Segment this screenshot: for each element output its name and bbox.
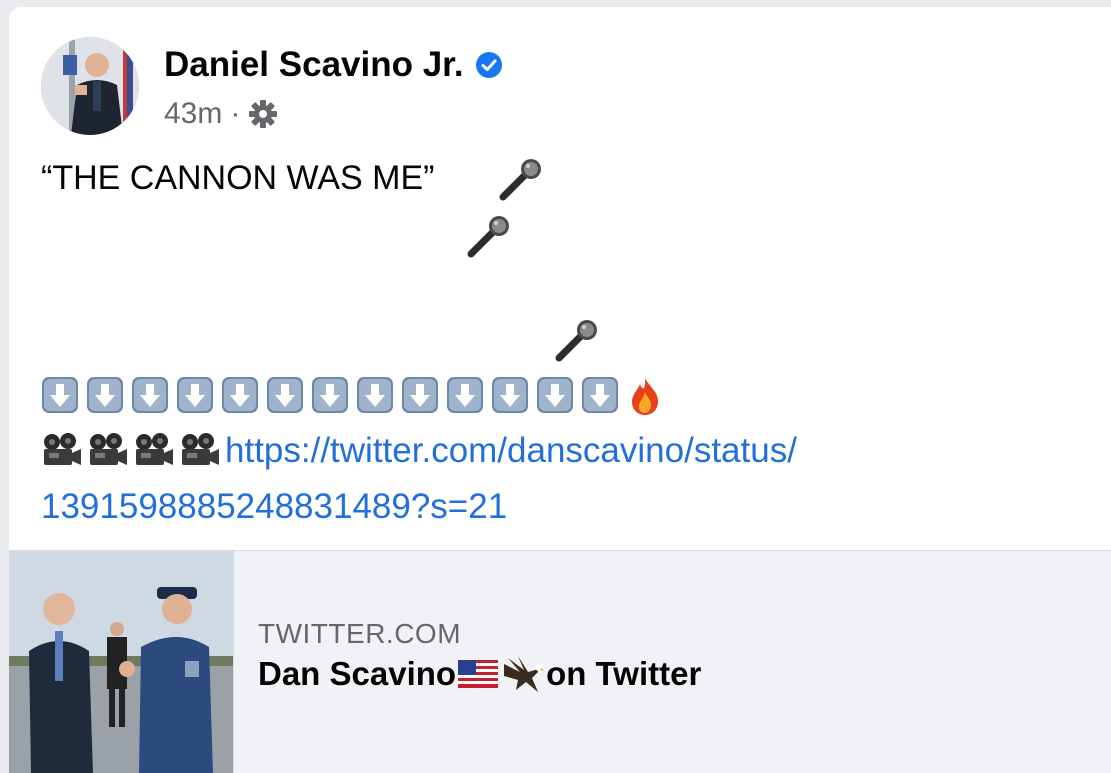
- verified-badge-icon: [475, 52, 502, 78]
- down-arrow-key-emoji: [447, 377, 483, 413]
- author-row: Daniel Scavino Jr.: [164, 45, 502, 85]
- post-text-quote: “THE CANNON WAS ME”: [41, 159, 435, 197]
- down-arrow-key-emoji: [537, 377, 573, 413]
- down-arrow-key-emoji: [582, 377, 618, 413]
- post-meta: 43m ·: [164, 97, 278, 131]
- status-link-part-1[interactable]: https://twitter.com/danscavino/status/: [225, 431, 797, 471]
- down-arrow-key-emoji: [177, 377, 213, 413]
- timestamp[interactable]: 43m: [164, 97, 222, 131]
- down-arrow-key-emoji: [357, 377, 393, 413]
- meta-separator: ·: [230, 97, 241, 130]
- link-preview-title-name: Dan Scavino: [258, 655, 457, 692]
- movie-camera-emoji: [136, 433, 173, 465]
- status-link-part-2[interactable]: 1391598885248831489?s=21: [41, 487, 507, 527]
- movie-camera-emoji: [182, 433, 219, 465]
- link-preview-card[interactable]: TWITTER.COM Dan Scavino on Twitter: [9, 550, 1111, 773]
- link-preview-title-suffix: on Twitter: [546, 655, 702, 692]
- down-arrow-key-emoji: [42, 377, 78, 413]
- down-arrow-key-emoji: [132, 377, 168, 413]
- post-card: Daniel Scavino Jr. 43m · “THE CANNON WAS…: [9, 7, 1111, 773]
- fire-emoji: [632, 378, 659, 415]
- movie-camera-emoji: [44, 433, 81, 465]
- link-preview-thumbnail[interactable]: [9, 551, 234, 773]
- eagle-emoji: [504, 656, 545, 692]
- microphone-emoji: [555, 320, 597, 362]
- microphone-emoji: [499, 159, 541, 201]
- down-arrow-key-emoji: [267, 377, 303, 413]
- preview-photo: [9, 551, 233, 773]
- us-flag-emoji: [458, 660, 499, 688]
- gear-icon[interactable]: [248, 99, 278, 129]
- down-arrow-key-emoji: [87, 377, 123, 413]
- avatar[interactable]: [41, 37, 139, 135]
- camera-emoji-group: [41, 431, 225, 471]
- author-name[interactable]: Daniel Scavino Jr.: [164, 45, 464, 85]
- movie-camera-emoji: [90, 433, 127, 465]
- link-preview-title[interactable]: Dan Scavino on Twitter: [258, 654, 701, 694]
- down-arrow-emoji-row: [41, 376, 664, 416]
- microphone-emoji: [467, 216, 509, 258]
- down-arrow-key-emoji: [492, 377, 528, 413]
- avatar-photo: [41, 37, 139, 135]
- camera-link-row: https://twitter.com/danscavino/status/: [41, 431, 797, 471]
- link-preview-domain: TWITTER.COM: [258, 618, 462, 649]
- post-text-line-1: “THE CANNON WAS ME”: [41, 159, 435, 198]
- down-arrow-key-emoji: [402, 377, 438, 413]
- down-arrow-key-emoji: [222, 377, 258, 413]
- down-arrow-key-emoji: [312, 377, 348, 413]
